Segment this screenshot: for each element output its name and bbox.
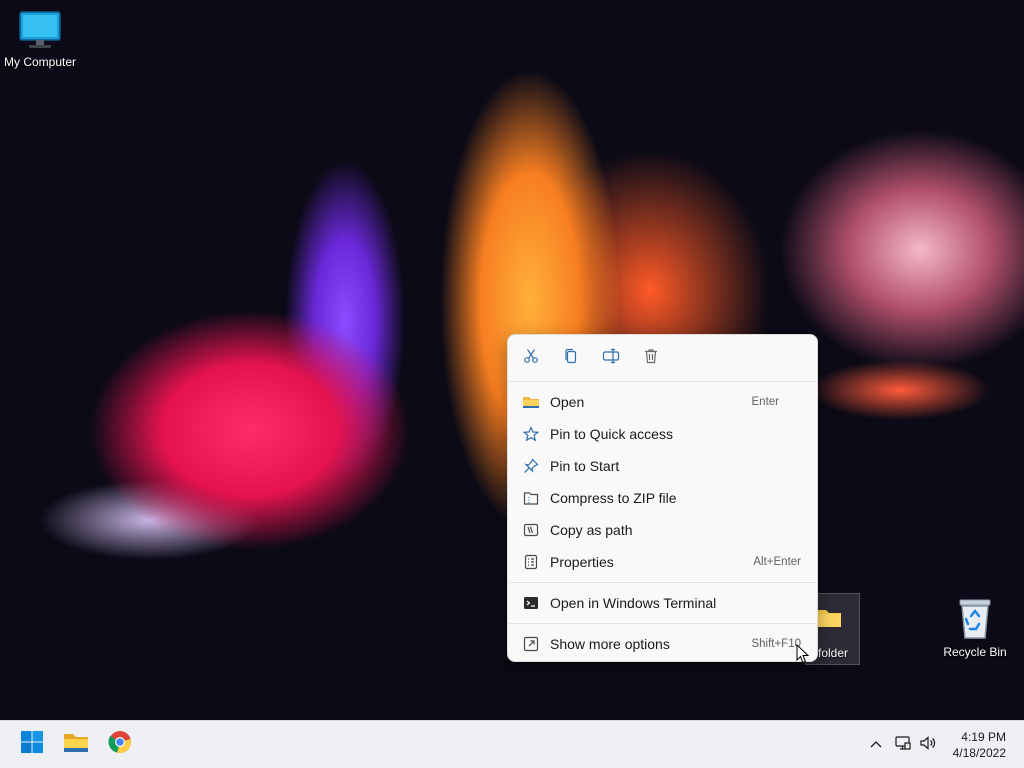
more-options-icon xyxy=(521,634,541,654)
clock-time: 4:19 PM xyxy=(961,730,1006,744)
menu-separator xyxy=(509,623,816,624)
menu-item-copy-path[interactable]: Copy as path xyxy=(512,515,813,545)
desktop-icon-label: Recycle Bin xyxy=(943,645,1007,659)
desktop-icon-recycle-bin[interactable]: Recycle Bin xyxy=(935,598,1015,659)
desktop-icon-my-computer[interactable]: My Computer xyxy=(0,10,80,69)
cut-button[interactable] xyxy=(520,347,542,369)
desktop-icon-label: folder xyxy=(818,646,849,660)
volume-button[interactable] xyxy=(918,735,938,755)
taskbar: 4:19 PM 4/18/2022 xyxy=(0,720,1024,768)
menu-item-label: Properties xyxy=(550,554,614,570)
properties-icon xyxy=(521,552,541,572)
windows-start-icon xyxy=(20,730,44,759)
chevron-up-icon xyxy=(869,736,883,754)
menu-item-pin-start[interactable]: Pin to Start xyxy=(512,451,813,481)
terminal-icon xyxy=(521,593,541,613)
chrome-button[interactable] xyxy=(107,730,133,759)
taskbar-clock[interactable]: 4:19 PM 4/18/2022 xyxy=(953,729,1006,761)
file-explorer-icon xyxy=(63,731,89,758)
menu-item-label: Open xyxy=(550,394,585,410)
monitor-icon xyxy=(0,10,80,53)
menu-item-open[interactable]: Open Enter xyxy=(512,387,813,417)
menu-item-show-more-options[interactable]: Show more options Shift+F10 xyxy=(512,629,813,659)
zip-icon xyxy=(521,488,541,508)
menu-item-label: Pin to Start xyxy=(550,458,620,474)
folder-open-icon xyxy=(521,392,541,412)
menu-item-shortcut: Alt+Enter xyxy=(753,556,801,568)
menu-item-open-terminal[interactable]: Open in Windows Terminal xyxy=(512,588,813,618)
desktop-icon-label: My Computer xyxy=(3,55,77,69)
menu-item-label: Show more options xyxy=(550,636,670,652)
folder-icon xyxy=(816,606,842,633)
copy-path-icon xyxy=(521,520,541,540)
star-icon xyxy=(521,424,541,444)
clock-date: 4/18/2022 xyxy=(952,746,1006,760)
menu-item-label: Compress to ZIP file xyxy=(550,490,677,506)
speaker-icon xyxy=(919,735,937,756)
pin-icon xyxy=(521,456,541,476)
copy-icon xyxy=(563,348,579,369)
menu-item-shortcut: Shift+F10 xyxy=(751,638,801,650)
delete-button[interactable] xyxy=(640,347,662,369)
rename-icon xyxy=(602,348,620,369)
network-button[interactable] xyxy=(893,735,913,755)
menu-item-properties[interactable]: Properties Alt+Enter xyxy=(512,547,813,577)
rename-button[interactable] xyxy=(600,347,622,369)
recycle-bin-icon xyxy=(935,598,1015,643)
copy-button[interactable] xyxy=(560,347,582,369)
menu-item-pin-quick-access[interactable]: Pin to Quick access xyxy=(512,419,813,449)
scissors-icon xyxy=(523,348,539,369)
trash-icon xyxy=(643,348,659,369)
file-explorer-button[interactable] xyxy=(63,731,89,757)
start-button[interactable] xyxy=(19,730,45,759)
menu-item-compress-zip[interactable]: Compress to ZIP file xyxy=(512,483,813,513)
menu-item-label: Copy as path xyxy=(550,522,633,538)
menu-item-shortcut: Enter xyxy=(751,396,780,408)
mouse-cursor-icon xyxy=(796,643,810,669)
context-menu: Open Enter Pin to Quick access Pin to St… xyxy=(507,334,818,662)
menu-separator xyxy=(509,381,816,382)
network-icon xyxy=(894,735,912,756)
context-menu-toolbar xyxy=(508,335,817,381)
chrome-icon xyxy=(108,730,132,759)
show-hidden-icons-button[interactable] xyxy=(866,735,886,755)
menu-item-label: Pin to Quick access xyxy=(550,426,673,442)
menu-separator xyxy=(509,582,816,583)
menu-item-label: Open in Windows Terminal xyxy=(550,595,717,611)
